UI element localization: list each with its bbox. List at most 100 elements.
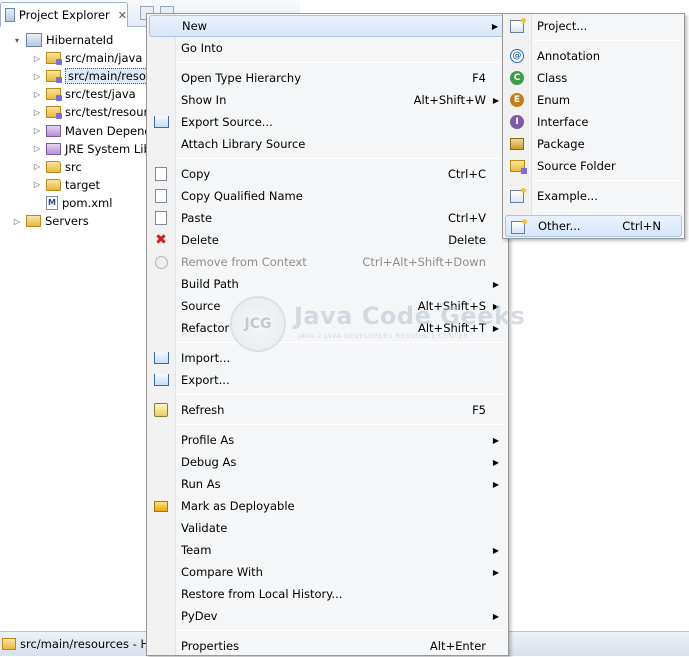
menu-item-label: Mark as Deployable	[181, 499, 295, 513]
source-folder-icon	[509, 160, 527, 174]
menu-item-label: Export...	[181, 373, 230, 387]
menu-item-label: Refresh	[181, 403, 225, 417]
menu-item-build-path[interactable]: Build Path ▶	[149, 273, 506, 295]
menu-item-go-into[interactable]: Go Into	[149, 37, 506, 59]
menu-item-show-in[interactable]: Show In Alt+Shift+W ▶	[149, 89, 506, 111]
menu-item-profile-as[interactable]: Profile As ▶	[149, 429, 506, 451]
tree-item-src-main-java[interactable]: ▷ src/main/java	[32, 49, 142, 67]
menu-item-pydev[interactable]: PyDev ▶	[149, 605, 506, 627]
menu-item-delete[interactable]: ✖ Delete Delete	[149, 229, 506, 251]
menu-item-class[interactable]: C Class	[505, 67, 682, 89]
tree-item-target[interactable]: ▷ target	[32, 176, 100, 194]
tree-twisty-icon[interactable]: ▷	[32, 54, 42, 63]
folder-icon	[46, 160, 61, 173]
tree-twisty-icon[interactable]: ▾	[12, 36, 22, 45]
menu-item-team[interactable]: Team ▶	[149, 539, 506, 561]
submenu-arrow-icon: ▶	[492, 457, 499, 467]
submenu-arrow-icon: ▶	[492, 435, 499, 445]
menu-item-annotation[interactable]: @ Annotation	[505, 45, 682, 67]
menu-item-shortcut: F5	[472, 403, 486, 417]
menu-item-import[interactable]: Import...	[149, 347, 506, 369]
menu-item-interface[interactable]: I Interface	[505, 111, 682, 133]
menu-item-label: Delete	[181, 233, 219, 247]
new-submenu: Project... @ Annotation C Class E Enum I Interfa…	[502, 13, 685, 239]
submenu-arrow-icon: ▶	[492, 545, 499, 555]
menu-item-example[interactable]: Example...	[505, 185, 682, 207]
tree-twisty-icon[interactable]: ▷	[32, 90, 42, 99]
menu-item-new[interactable]: New ▶	[149, 15, 506, 37]
tree-item-maven-depend[interactable]: ▷ Maven Depend	[32, 122, 152, 140]
tree-item-src[interactable]: ▷ src	[32, 158, 82, 176]
tree-twisty-icon[interactable]: ▷	[32, 144, 42, 153]
menu-item-label: Profile As	[181, 433, 235, 447]
menu-item-export-source[interactable]: Export Source...	[149, 111, 506, 133]
project-explorer-icon	[5, 8, 15, 22]
menu-item-label: Interface	[537, 115, 589, 129]
menu-item-copy[interactable]: Copy Ctrl+C	[149, 163, 506, 185]
menu-item-icon-slot	[153, 350, 169, 366]
menu-item-project[interactable]: Project...	[505, 15, 682, 37]
annotation-icon: @	[510, 49, 524, 63]
tree-item-src-test-resour[interactable]: ▷ src/test/resour	[32, 103, 148, 121]
menu-item-icon-slot	[153, 402, 169, 418]
tree-item-servers[interactable]: ▷ Servers	[12, 212, 89, 230]
tree-item-src-main-resou[interactable]: ▷ src/main/resou	[32, 67, 157, 85]
menu-item-icon-slot	[153, 210, 169, 226]
menu-item-shortcut: Alt+Enter	[429, 639, 486, 653]
tree-item-label: Maven Depend	[65, 123, 152, 138]
menu-item-label: Show In	[181, 93, 227, 107]
menu-item-label: Team	[181, 543, 212, 557]
menu-item-debug-as[interactable]: Debug As ▶	[149, 451, 506, 473]
menu-item-refresh[interactable]: Refresh F5	[149, 399, 506, 421]
menu-item-label: Paste	[181, 211, 213, 225]
menu-item-run-as[interactable]: Run As ▶	[149, 473, 506, 495]
menu-item-source[interactable]: Source Alt+Shift+S ▶	[149, 295, 506, 317]
menu-item-attach-library-source[interactable]: Attach Library Source	[149, 133, 506, 155]
menu-item-compare-with[interactable]: Compare With ▶	[149, 561, 506, 583]
menu-item-label: Package	[537, 137, 585, 151]
menu-item-label: Open Type Hierarchy	[181, 71, 302, 85]
menu-item-properties[interactable]: Properties Alt+Enter	[149, 635, 506, 657]
menu-item-icon-slot	[153, 188, 169, 204]
menu-item-other[interactable]: Other... Ctrl+N	[505, 215, 682, 237]
close-icon[interactable]: ✕	[118, 9, 127, 22]
tree-item-label: target	[65, 177, 100, 192]
menu-item-paste[interactable]: Paste Ctrl+V	[149, 207, 506, 229]
tree-item-label: src	[65, 159, 82, 174]
source-folder-icon	[46, 70, 62, 84]
menu-item-label: Validate	[181, 521, 228, 535]
tree-twisty-icon[interactable]: ▷	[32, 162, 42, 171]
submenu-arrow-icon: ▶	[492, 567, 499, 577]
enum-icon: E	[510, 93, 524, 107]
menu-item-shortcut: Alt+Shift+W	[413, 93, 486, 107]
tree-item-pomxml[interactable]: Mpom.xml	[32, 194, 112, 212]
menu-item-icon-slot	[153, 372, 169, 388]
tree-item-label: src/test/java	[65, 87, 136, 102]
menu-item-enum[interactable]: E Enum	[505, 89, 682, 111]
menu-separator	[533, 40, 680, 41]
menu-item-icon-slot	[153, 114, 169, 130]
menu-item-label: Example...	[537, 189, 598, 203]
export-source-icon	[153, 116, 169, 128]
menu-item-export[interactable]: Export...	[149, 369, 506, 391]
tree-twisty-icon[interactable]: ▷	[32, 180, 42, 189]
tree-twisty-icon[interactable]: ▷	[32, 108, 42, 117]
menu-separator	[177, 394, 504, 395]
menu-item-validate[interactable]: Validate	[149, 517, 506, 539]
menu-item-copy-qualified-name[interactable]: Copy Qualified Name	[149, 185, 506, 207]
menu-item-open-type-hierarchy[interactable]: Open Type Hierarchy F4	[149, 67, 506, 89]
tree-twisty-icon[interactable]: ▷	[32, 126, 42, 135]
menu-item-mark-as-deployable[interactable]: Mark as Deployable	[149, 495, 506, 517]
tree-twisty-icon[interactable]: ▷	[12, 217, 22, 226]
tab-project-explorer[interactable]: Project Explorer ✕	[0, 2, 128, 27]
menu-item-source-folder[interactable]: Source Folder	[505, 155, 682, 177]
menu-item-refactor[interactable]: Refactor Alt+Shift+T ▶	[149, 317, 506, 339]
tree-item-src-test-java[interactable]: ▷ src/test/java	[32, 85, 136, 103]
menu-item-icon-slot	[153, 254, 169, 270]
tree-item-hibernateid[interactable]: ▾ HibernateId	[12, 31, 113, 49]
menu-item-icon-slot: C	[509, 70, 525, 86]
tree-item-jre-system-libr[interactable]: ▷ JRE System Libr	[32, 140, 156, 158]
tree-twisty-icon[interactable]: ▷	[32, 72, 42, 81]
menu-item-package[interactable]: Package	[505, 133, 682, 155]
menu-item-restore-from-local-history[interactable]: Restore from Local History...	[149, 583, 506, 605]
